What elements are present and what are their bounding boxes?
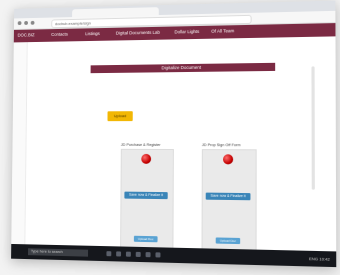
nav-team[interactable]: Of All Team — [211, 28, 234, 33]
store-icon[interactable] — [135, 251, 141, 257]
os-taskbar: Type here to search ENG 10:42 — [11, 243, 337, 268]
explorer-icon[interactable] — [125, 251, 131, 257]
upload-button[interactable]: Upload — [107, 111, 133, 122]
record-icon — [222, 154, 234, 165]
nav-home[interactable]: DOC.BIZ — [18, 32, 35, 37]
nav-docs-lab[interactable]: Digital Documents Lab — [116, 30, 160, 36]
nav-dollar-lights[interactable]: Dollar Lights — [174, 29, 199, 34]
upload-doc-button-2[interactable]: Upload Doc — [215, 237, 241, 245]
back-icon[interactable] — [17, 21, 22, 26]
save-finalize-button-1[interactable]: Save now & Finalize it — [124, 191, 168, 200]
system-tray[interactable]: ENG 10:42 — [309, 256, 330, 262]
edge-icon[interactable] — [116, 251, 122, 257]
save-finalize-button-2[interactable]: Save now & Finalize it — [205, 192, 251, 201]
upload-doc-button-1[interactable]: Upload Doc — [133, 235, 158, 243]
taskbar-search[interactable]: Type here to search — [27, 248, 89, 257]
forward-icon[interactable] — [24, 21, 28, 25]
browser-window: dochub.example/sign DOC.BIZ Contacts Lis… — [11, 0, 337, 268]
chrome-icon[interactable] — [155, 252, 161, 258]
panel-2-label: JD Prop Sign Off Form — [201, 143, 241, 148]
left-sidebar — [11, 42, 28, 247]
mail-icon[interactable] — [145, 252, 151, 258]
scrollbar[interactable] — [311, 66, 315, 190]
panel-1-label: JD Purchase & Register — [120, 142, 161, 147]
record-icon — [141, 153, 152, 164]
nav-contacts[interactable]: Contacts — [51, 32, 68, 37]
task-view-icon[interactable] — [106, 251, 112, 257]
nav-listings[interactable]: Listings — [85, 31, 100, 36]
reload-icon[interactable] — [30, 20, 35, 25]
